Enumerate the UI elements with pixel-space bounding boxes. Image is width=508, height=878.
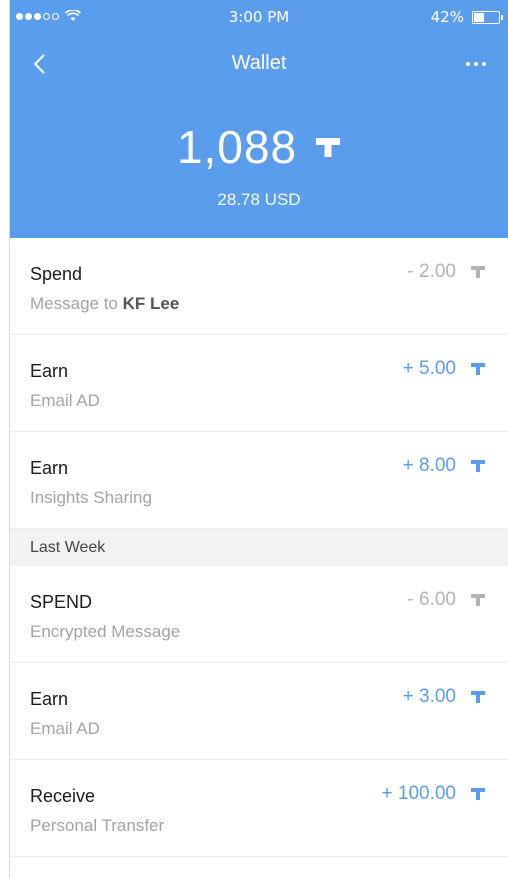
status-bar: 3:00 PM 42% [10, 0, 508, 38]
transaction-amount: + 3.00 [403, 686, 486, 708]
transaction-type: Receive [30, 786, 96, 806]
battery-icon [472, 10, 503, 24]
transaction-row[interactable]: Earn Email AD + 3.00 [10, 663, 508, 760]
token-t-icon [316, 138, 341, 157]
transaction-amount: - 2.00 [407, 261, 486, 283]
battery-status: 42% [430, 8, 503, 26]
transaction-amount: + 100.00 [382, 783, 487, 805]
token-t-icon [471, 788, 485, 800]
transaction-row[interactable]: Earn Email AD + 5.00 [10, 335, 508, 432]
wallet-header: 3:00 PM 42% Wallet 1,088 28.78 USD [10, 0, 508, 238]
wallet-screen: 3:00 PM 42% Wallet 1,088 28.78 USD Spend [9, 0, 508, 878]
balance-usd: 28.78 USD [217, 190, 301, 209]
transaction-description: Email AD [30, 719, 100, 738]
section-header-last-week: Last Week [10, 529, 508, 566]
transaction-type: Earn [30, 361, 69, 381]
balance-value: 1,088 [176, 121, 298, 173]
transaction-description: Insights Sharing [30, 488, 152, 507]
battery-percent: 42% [430, 8, 464, 26]
page-title: Wallet [231, 52, 287, 74]
token-t-icon [471, 460, 485, 472]
wallet-balance: 1,088 [10, 120, 508, 174]
transaction-row[interactable]: SPEND Encrypted Message - 6.00 [10, 566, 508, 663]
transaction-type: SPEND [30, 592, 93, 612]
transaction-amount: + 5.00 [403, 358, 486, 380]
transaction-description: Encrypted Message [30, 622, 181, 641]
transaction-description: Email AD [30, 391, 100, 410]
transaction-amount: + 8.00 [403, 455, 486, 477]
token-t-icon [471, 594, 485, 606]
transaction-description: Personal Transfer [30, 816, 165, 835]
transaction-row[interactable]: Receive Personal Transfer + 100.00 [10, 760, 508, 857]
more-horizontal-icon [466, 62, 470, 66]
transaction-row[interactable]: Earn Insights Sharing + 8.00 [10, 432, 508, 529]
transaction-type: Earn [30, 458, 69, 478]
transaction-type: Earn [30, 689, 69, 709]
transaction-list: Spend Message to KF Lee - 2.00 Earn Emai… [10, 238, 508, 857]
token-t-icon [471, 266, 485, 278]
token-t-icon [471, 363, 485, 375]
token-t-icon [471, 691, 485, 703]
transaction-description: Message to KF Lee [30, 294, 180, 313]
screen-edge [0, 0, 9, 878]
transaction-row[interactable]: Spend Message to KF Lee - 2.00 [10, 238, 508, 335]
transaction-amount: - 6.00 [407, 589, 486, 611]
transaction-type: Spend [30, 264, 83, 284]
more-button[interactable] [458, 52, 494, 76]
